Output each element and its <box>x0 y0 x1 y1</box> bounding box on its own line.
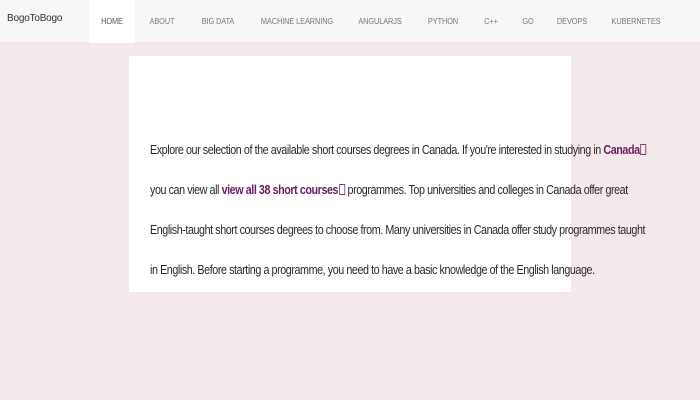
top-navbar: BogoToBogo HOME ABOUT BIG DATA MACHINE L… <box>0 0 700 43</box>
nav-item-kubernetes[interactable]: KUBERNETES <box>602 0 670 43</box>
nav-item-go[interactable]: GO <box>512 0 543 43</box>
external-link-icon <box>640 144 647 155</box>
description-line-4: in English. Before starting a programme,… <box>150 263 595 277</box>
course-description: Explore our selection of the available s… <box>150 130 647 290</box>
view-all-courses-link[interactable]: view all 38 short courses <box>222 183 339 197</box>
line1-text: Explore our selection of the available s… <box>150 143 604 157</box>
brand-logo[interactable]: BogoToBogo <box>7 13 62 24</box>
nav-item-cpp[interactable]: C++ <box>473 0 510 43</box>
description-line-3: English-taught short courses degrees to … <box>150 223 646 237</box>
description-line-1: Explore our selection of the available s… <box>150 130 647 170</box>
canada-link[interactable]: Canada <box>603 143 640 157</box>
description-line-2: you can view all view all 38 short cours… <box>150 170 628 210</box>
nav-item-home[interactable]: HOME <box>89 0 135 43</box>
nav-item-about[interactable]: ABOUT <box>139 0 185 43</box>
line2-post: programmes. Top universities and college… <box>344 183 629 197</box>
nav-item-angularjs[interactable]: ANGULARJS <box>348 0 412 43</box>
nav-item-machine-learning[interactable]: MACHINE LEARNING <box>253 0 341 43</box>
nav-item-big-data[interactable]: BIG DATA <box>189 0 246 43</box>
line2-pre: you can view all <box>150 183 222 197</box>
nav-item-python[interactable]: PYTHON <box>417 0 469 43</box>
nav-item-devops[interactable]: DEVOPS <box>547 0 597 43</box>
main-nav: HOME ABOUT BIG DATA MACHINE LEARNING ANG… <box>87 0 673 43</box>
